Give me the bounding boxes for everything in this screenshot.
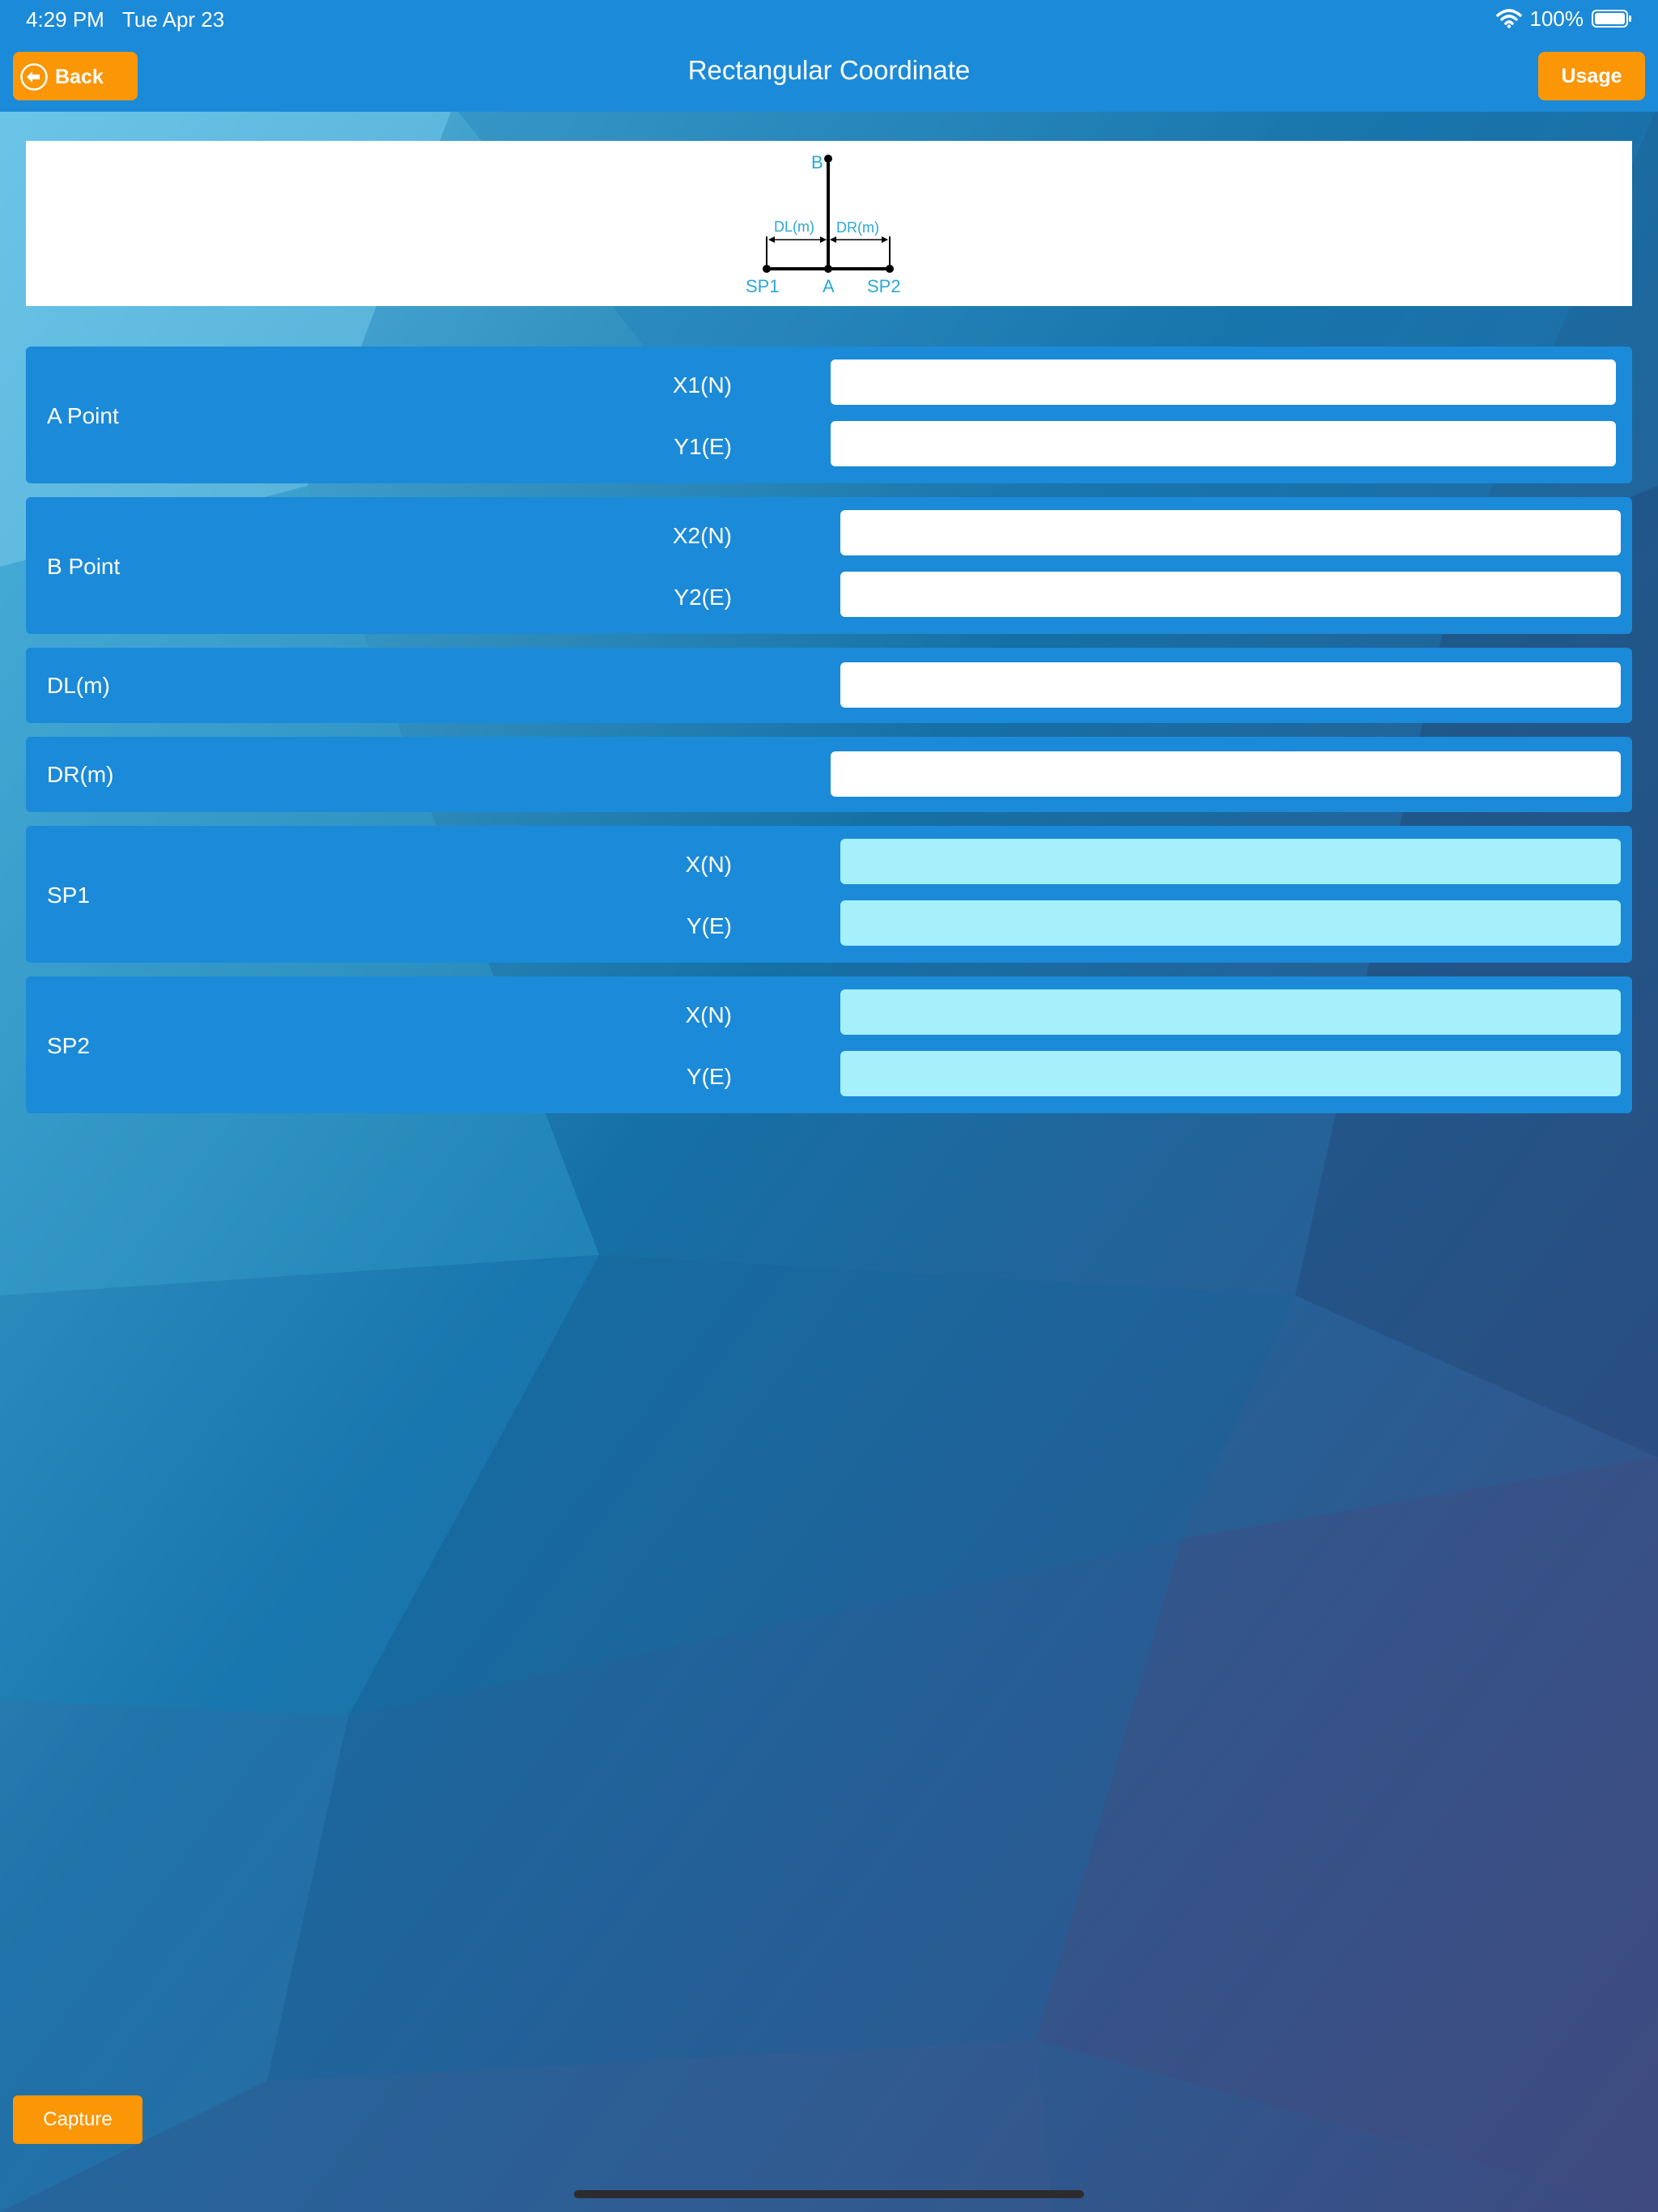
diagram-point-b	[824, 155, 832, 163]
b-point-title: B Point	[47, 554, 121, 579]
capture-button[interactable]: Capture	[13, 2095, 142, 2144]
dr-input[interactable]	[831, 751, 1621, 797]
diagram-label-sp1: SP1	[746, 276, 780, 296]
sp2-x-output[interactable]	[840, 989, 1621, 1035]
layout-diagram: B DL(m) DR(m) SP1 A SP2	[26, 141, 1632, 306]
b-point-panel: B Point X2(N) Y2(E)	[26, 497, 1632, 634]
b-point-x-label: X2(N)	[672, 523, 732, 548]
status-date: Tue Apr 23	[122, 7, 225, 32]
arrow-left-circle-icon	[20, 63, 48, 91]
a-point-panel: A Point X1(N) Y1(E)	[26, 347, 1632, 483]
page-title: Rectangular Coordinate	[687, 55, 971, 85]
diagram-point-sp2	[886, 265, 894, 273]
sp2-y-output[interactable]	[840, 1051, 1621, 1096]
sp2-x-label: X(N)	[685, 1002, 732, 1027]
diagram-dl-arrowhead-left	[768, 236, 775, 243]
a-point-y-label: Y1(E)	[674, 434, 732, 459]
diagram-label-b: B	[811, 152, 823, 172]
status-indicators: 100%	[1495, 6, 1633, 31]
dl-input[interactable]	[840, 662, 1621, 708]
sp1-y-label: Y(E)	[687, 913, 732, 938]
navigation-bar: Rectangular Coordinate	[0, 37, 1658, 112]
b-point-x-input[interactable]	[840, 510, 1621, 555]
dr-title: DR(m)	[47, 762, 114, 787]
dl-title: DL(m)	[47, 673, 110, 698]
dl-panel: DL(m)	[26, 648, 1632, 723]
home-indicator[interactable]	[574, 2190, 1084, 2198]
a-point-y-input[interactable]	[831, 421, 1616, 466]
diagram-label-sp2: SP2	[867, 276, 901, 296]
b-point-y-input[interactable]	[840, 572, 1621, 617]
diagram-label-dr: DR(m)	[836, 219, 879, 236]
diagram-point-a	[824, 265, 832, 273]
diagram-label-dl: DL(m)	[774, 219, 814, 235]
status-bar: 4:29 PM Tue Apr 23 100%	[0, 0, 1658, 37]
sp2-panel: SP2 X(N) Y(E)	[26, 976, 1632, 1113]
wifi-icon	[1495, 9, 1522, 28]
a-point-x-input[interactable]	[831, 359, 1616, 405]
sp1-x-label: X(N)	[685, 852, 732, 877]
sp2-y-label: Y(E)	[687, 1064, 732, 1089]
usage-button[interactable]: Usage	[1538, 52, 1645, 100]
sp1-y-output[interactable]	[840, 900, 1621, 946]
diagram-dl-arrowhead-right	[820, 236, 827, 243]
diagram-dr-arrowhead-left	[830, 236, 836, 243]
sp1-title: SP1	[47, 883, 90, 908]
diagram-dr-arrowhead-right	[882, 236, 888, 243]
a-point-title: A Point	[47, 403, 119, 428]
sp1-x-output[interactable]	[840, 839, 1621, 884]
back-button-label: Back	[55, 66, 104, 88]
status-time: 4:29 PM	[26, 7, 104, 32]
battery-percent: 100%	[1529, 6, 1584, 31]
back-button[interactable]: Back	[13, 52, 138, 100]
dr-panel: DR(m)	[26, 737, 1632, 812]
sp2-title: SP2	[47, 1033, 90, 1058]
a-point-x-label: X1(N)	[672, 372, 732, 398]
diagram-label-a: A	[823, 276, 835, 296]
diagram-point-sp1	[763, 265, 771, 273]
b-point-y-label: Y2(E)	[674, 585, 732, 610]
sp1-panel: SP1 X(N) Y(E)	[26, 826, 1632, 963]
battery-icon	[1592, 10, 1631, 28]
